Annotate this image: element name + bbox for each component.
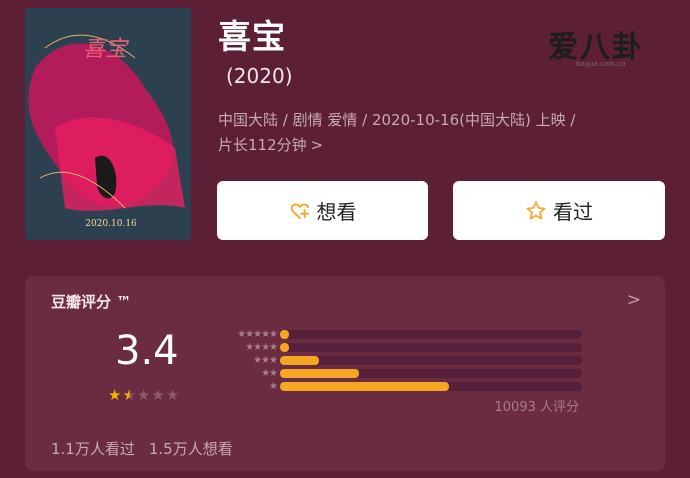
want-to-watch-button[interactable]: 想看: [217, 181, 428, 240]
rating-star-icon: ★: [165, 386, 181, 404]
rating-star-icon: ★: [151, 386, 166, 404]
rating-distribution-row: ★★★★★: [211, 328, 582, 341]
distribution-bar-fill: [280, 356, 320, 365]
distribution-bar-track: [280, 369, 582, 378]
distribution-stars-label: ★★★: [253, 355, 278, 366]
movie-info-line2: 片长112分钟: [218, 136, 307, 154]
watermark-logo: 爱八卦 bagua.com.cn: [548, 22, 668, 72]
poster-date: 2020.10.16: [85, 219, 137, 229]
distribution-bar-track: [280, 330, 582, 339]
poster-art: 喜宝 2020.10.16: [25, 8, 191, 240]
watch-stats: 1.1万人看过 1.5万人想看: [51, 438, 233, 459]
chevron-right-icon: >: [310, 136, 324, 154]
distribution-bar-track: [280, 343, 582, 352]
distribution-bar-fill: [280, 343, 290, 352]
movie-info[interactable]: 中国大陆 / 剧情 爱情 / 2020-10-16(中国大陆) 上映 / 片长1…: [218, 108, 668, 158]
rating-score: 3.4: [115, 328, 179, 374]
heart-plus-icon: [290, 202, 309, 219]
movie-year: (2020): [226, 64, 293, 88]
have-watched-button[interactable]: 看过: [453, 181, 665, 240]
seen-count: 1.1万人看过: [51, 440, 135, 458]
distribution-stars-label: ★: [269, 381, 278, 392]
distribution-stars-label: ★★★★★: [237, 329, 278, 340]
want-count: 1.5万人想看: [148, 440, 233, 458]
distribution-bar-track: [280, 356, 582, 365]
rating-star-icon: ★: [136, 386, 152, 404]
rating-stars: ★★★★★: [108, 386, 180, 404]
movie-title: 喜宝: [218, 17, 286, 56]
poster-title-art: 喜宝: [83, 37, 130, 62]
distribution-bar-fill: [280, 382, 450, 391]
rating-distribution-row: ★: [211, 380, 582, 393]
chevron-right-icon[interactable]: >: [627, 290, 641, 310]
rating-distribution-row: ★★★: [211, 354, 582, 367]
rating-count: 10093 人评分: [494, 400, 580, 415]
have-watched-label: 看过: [553, 200, 593, 224]
rating-distribution-row: ★★★★: [211, 341, 582, 354]
distribution-bar-fill: [280, 369, 359, 378]
rating-title: 豆瓣评分 ™: [51, 293, 132, 311]
movie-info-line1: 中国大陆 / 剧情 爱情 / 2020-10-16(中国大陆) 上映 /: [218, 111, 576, 129]
distribution-stars-label: ★★★★: [245, 342, 278, 353]
watermark-sub-text: bagua.com.cn: [576, 60, 626, 68]
star-outline-icon: [526, 200, 546, 219]
rating-star-icon: ★: [122, 386, 137, 404]
rating-star-icon: ★: [108, 386, 123, 404]
distribution-bar-fill: [280, 330, 290, 339]
movie-poster[interactable]: 喜宝 2020.10.16: [25, 8, 191, 240]
distribution-stars-label: ★★: [261, 368, 278, 379]
rating-panel[interactable]: 豆瓣评分 ™ > 3.4 ★★★★★ ★★★★★ ★★★★ ★★★ ★★ ★ 10093…: [25, 276, 665, 471]
want-to-watch-label: 想看: [316, 200, 357, 224]
distribution-bar-track: [280, 382, 582, 391]
rating-distribution-row: ★★: [211, 367, 582, 380]
